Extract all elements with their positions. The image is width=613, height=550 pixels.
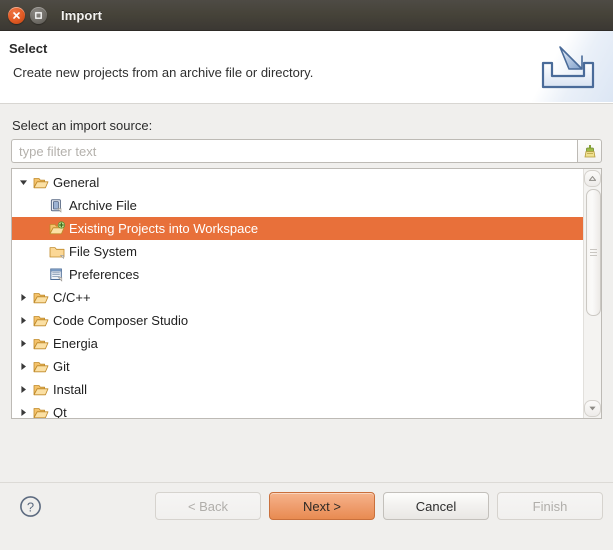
maximize-icon[interactable]	[30, 7, 47, 24]
tree-vertical-scrollbar[interactable]	[583, 169, 601, 418]
closed-folder-icon	[47, 244, 67, 260]
filter-row	[11, 139, 602, 163]
preferences-sheet-icon	[47, 267, 67, 283]
finish-button: Finish	[497, 492, 603, 520]
tree-row[interactable]: File System	[12, 240, 583, 263]
scroll-up-icon[interactable]	[584, 170, 601, 187]
tree-row[interactable]: Existing Projects into Workspace	[12, 217, 583, 240]
tree-row[interactable]: Code Composer Studio	[12, 309, 583, 332]
tree-row[interactable]: General	[12, 171, 583, 194]
tree-row-label: Energia	[51, 336, 98, 351]
open-folder-icon	[31, 290, 51, 306]
window-title: Import	[61, 8, 102, 23]
tree-row[interactable]: Qt	[12, 401, 583, 418]
chevron-right-icon[interactable]	[15, 408, 31, 417]
help-question-icon[interactable]: ?	[19, 495, 42, 523]
scrollbar-thumb[interactable]	[586, 189, 601, 316]
tree-row-label: File System	[67, 244, 137, 259]
tree-row-label: Preferences	[67, 267, 139, 282]
open-folder-icon	[31, 405, 51, 419]
cancel-button[interactable]: Cancel	[383, 492, 489, 520]
window-titlebar: Import	[0, 0, 613, 31]
chevron-right-icon[interactable]	[15, 339, 31, 348]
tree-row-label: Code Composer Studio	[51, 313, 188, 328]
dialog-footer: ? < Back Next > Cancel Finish	[0, 482, 613, 550]
import-source-tree: General Archive File Existing Projects int…	[11, 168, 602, 419]
tree-row-label: C/C++	[51, 290, 91, 305]
filter-input[interactable]	[11, 139, 577, 163]
open-folder-icon	[31, 382, 51, 398]
open-folder-icon	[31, 336, 51, 352]
open-folder-icon	[31, 313, 51, 329]
scrollbar-track[interactable]	[586, 189, 599, 398]
archive-file-icon	[47, 198, 67, 214]
import-arrow-into-tray-icon	[537, 43, 599, 98]
tree-row-label: Archive File	[67, 198, 137, 213]
import-dialog: Import Select Create new projects from a…	[0, 0, 613, 550]
tree-row-label: General	[51, 175, 99, 190]
chevron-right-icon[interactable]	[15, 316, 31, 325]
dialog-button-bar: < Back Next > Cancel Finish	[155, 492, 603, 520]
tree-row[interactable]: Preferences	[12, 263, 583, 286]
chevron-down-icon[interactable]	[15, 178, 31, 187]
scrollbar-grip-icon	[590, 247, 597, 258]
tree-row[interactable]: Git	[12, 355, 583, 378]
chevron-right-icon[interactable]	[15, 362, 31, 371]
tree-row[interactable]: Archive File	[12, 194, 583, 217]
close-icon[interactable]	[8, 7, 25, 24]
import-source-label: Select an import source:	[12, 118, 152, 133]
tree-row-label: Git	[51, 359, 70, 374]
scroll-down-icon[interactable]	[584, 400, 601, 417]
back-button: < Back	[155, 492, 261, 520]
open-folder-icon	[31, 359, 51, 375]
chevron-right-icon[interactable]	[15, 385, 31, 394]
next-button[interactable]: Next >	[269, 492, 375, 520]
wizard-banner: Select Create new projects from an archi…	[0, 31, 613, 104]
tree-row[interactable]: Install	[12, 378, 583, 401]
chevron-right-icon[interactable]	[15, 293, 31, 302]
page-description: Create new projects from an archive file…	[13, 65, 313, 80]
page-title: Select	[9, 41, 47, 56]
open-folder-icon	[31, 175, 51, 191]
tree-row[interactable]: C/C++	[12, 286, 583, 309]
tree-row[interactable]: Energia	[12, 332, 583, 355]
tree-row-label: Existing Projects into Workspace	[67, 221, 258, 236]
broom-clear-filter-icon[interactable]	[577, 139, 602, 163]
tree-row-label: Qt	[51, 405, 67, 418]
folder-import-icon	[47, 221, 67, 237]
svg-text:?: ?	[27, 499, 34, 514]
tree-row-label: Install	[51, 382, 87, 397]
dialog-body: Select an import source: General Archive …	[0, 104, 613, 482]
tree-viewport[interactable]: General Archive File Existing Projects int…	[12, 169, 583, 418]
